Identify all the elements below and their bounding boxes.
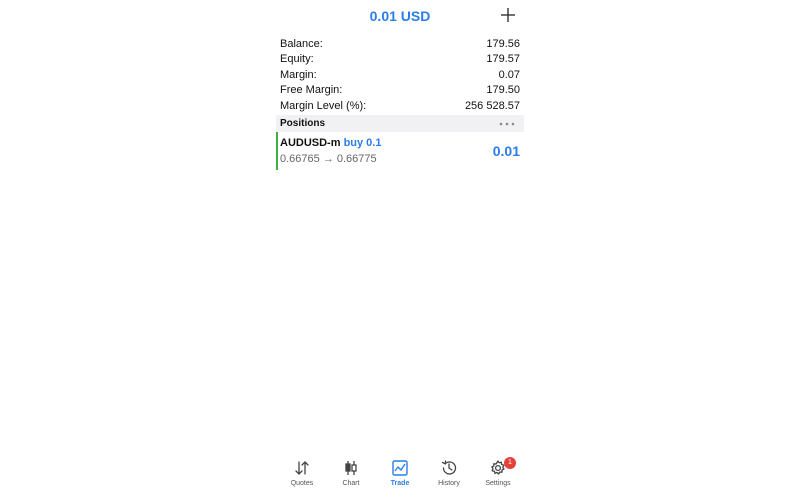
settings-notification-badge: 1: [504, 457, 516, 469]
tab-quotes-label: Quotes: [290, 480, 314, 487]
tab-chart[interactable]: Chart: [330, 455, 372, 495]
margin-row: Margin: 0.07: [280, 67, 520, 83]
position-symbol: AUDUSD-m: [280, 137, 341, 149]
positions-section-header: Positions: [276, 115, 524, 132]
candlestick-icon: [345, 461, 357, 475]
balance-value: 179.56: [486, 37, 520, 50]
tab-history[interactable]: History: [428, 455, 470, 495]
equity-row: Equity: 179.57: [280, 52, 520, 68]
tab-trade-label: Trade: [390, 480, 410, 487]
margin-value: 0.07: [498, 68, 520, 81]
free-margin-label: Free Margin:: [280, 84, 343, 97]
balance-label: Balance:: [280, 37, 323, 50]
tab-chart-label: Chart: [342, 480, 360, 487]
positions-more-button[interactable]: [498, 117, 516, 129]
position-header: AUDUSD-m buy 0.1: [280, 137, 381, 149]
account-summary: Balance: 179.56 Equity: 179.57 Margin: 0…: [280, 36, 520, 114]
arrows-up-down-icon: [295, 461, 309, 475]
position-side-volume: buy 0.1: [343, 137, 382, 149]
position-profit: 0.01: [492, 143, 520, 159]
account-profit-title: 0.01 USD: [369, 8, 431, 24]
trade-screen: 0.01 USD Balance: 179.56 Equity: 179.57 …: [276, 0, 524, 500]
position-prices: 0.66765 → 0.66775: [280, 153, 377, 165]
bottom-tab-bar: Quotes Chart Trade History 1 Settings: [276, 455, 524, 495]
free-margin-value: 179.50: [486, 84, 520, 97]
margin-level-label: Margin Level (%):: [280, 99, 367, 112]
position-item[interactable]: AUDUSD-m buy 0.1 0.66765 → 0.66775 0.01: [276, 132, 524, 170]
free-margin-row: Free Margin: 179.50: [280, 83, 520, 99]
margin-level-row: Margin Level (%): 256 528.57: [280, 98, 520, 114]
balance-row: Balance: 179.56: [280, 36, 520, 52]
tab-history-label: History: [438, 480, 460, 487]
margin-label: Margin:: [280, 68, 317, 81]
tab-quotes[interactable]: Quotes: [281, 455, 323, 495]
more-dots-icon: [499, 122, 515, 126]
equity-value: 179.57: [486, 53, 520, 66]
tab-settings-label: Settings: [485, 480, 511, 487]
add-order-button[interactable]: [500, 7, 516, 23]
margin-level-value: 256 528.57: [464, 99, 520, 112]
positions-title: Positions: [280, 118, 326, 129]
history-clock-icon: [441, 460, 457, 475]
buy-indicator-bar: [276, 132, 278, 170]
tab-trade[interactable]: Trade: [379, 455, 421, 495]
tab-settings[interactable]: 1 Settings: [477, 455, 519, 495]
equity-label: Equity:: [280, 53, 314, 66]
trend-chart-icon: [392, 460, 408, 476]
plus-icon: [501, 8, 515, 22]
header: 0.01 USD: [276, 0, 524, 34]
